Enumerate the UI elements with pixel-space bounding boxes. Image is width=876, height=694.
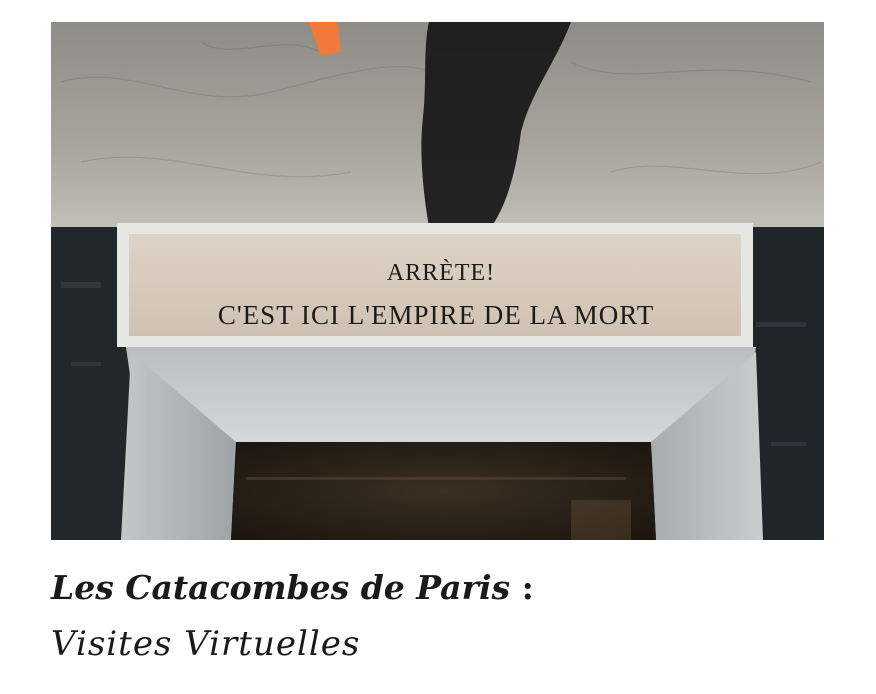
- caption-title: Les Catacombes de Paris :: [51, 563, 831, 613]
- caption-title-text: Les Catacombes de Paris: [51, 568, 511, 607]
- inscription-line-2: C'EST ICI L'EMPIRE DE LA MORT: [218, 300, 654, 330]
- catacombs-photo: ARRÈTE! C'EST ICI L'EMPIRE DE LA MORT: [51, 22, 824, 540]
- inscription-line-1: ARRÈTE!: [387, 260, 495, 286]
- caption-title-separator: :: [521, 568, 534, 607]
- caption: Les Catacombes de Paris : Visites Virtue…: [51, 563, 831, 669]
- caption-subtitle: Visites Virtuelles: [51, 624, 361, 664]
